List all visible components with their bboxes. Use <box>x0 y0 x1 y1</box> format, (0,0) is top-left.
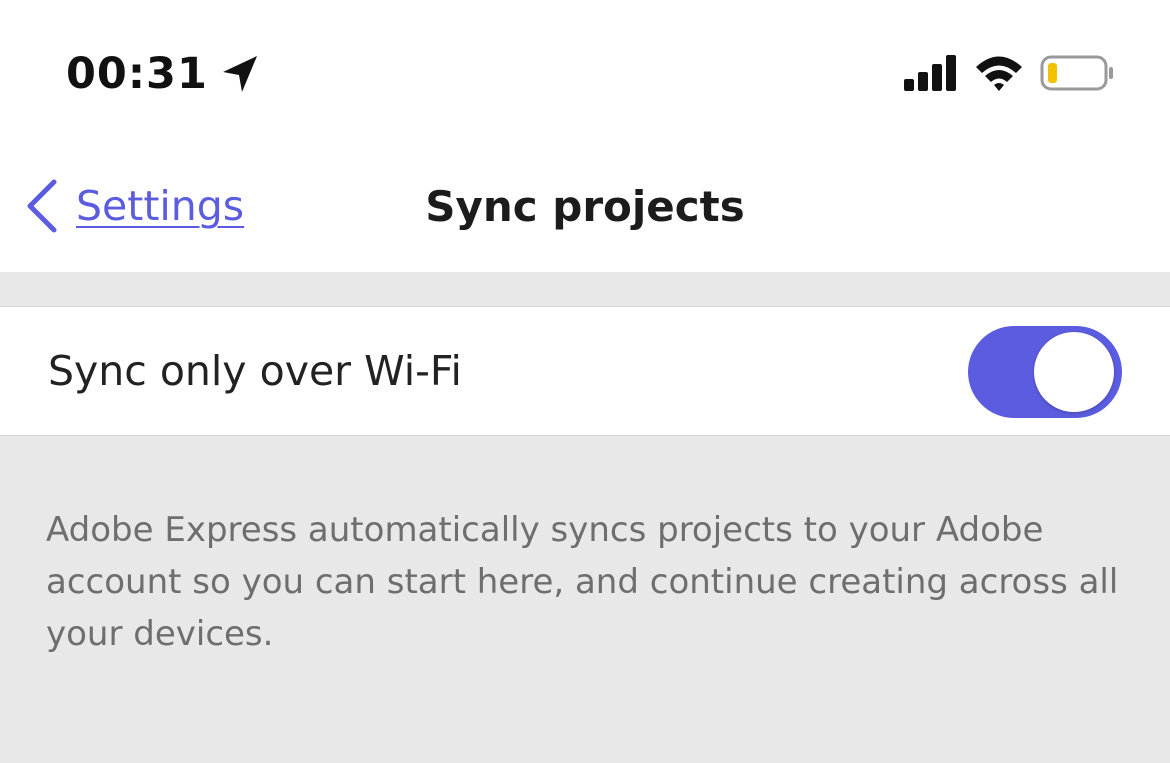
status-icons <box>904 54 1116 92</box>
navigation-bar: Settings Sync projects <box>0 150 1170 272</box>
location-arrow-icon <box>220 53 260 95</box>
battery-low-icon <box>1040 54 1116 92</box>
status-time-group: 00:31 <box>66 48 260 100</box>
wifi-icon <box>974 54 1024 92</box>
sync-wifi-toggle[interactable] <box>968 326 1122 418</box>
page-title: Sync projects <box>425 182 745 231</box>
status-bar: 00:31 <box>0 0 1170 140</box>
toggle-knob <box>1034 332 1114 412</box>
setting-label: Sync only over Wi-Fi <box>48 347 462 395</box>
status-time: 00:31 <box>66 49 208 99</box>
setting-row-sync-wifi: Sync only over Wi-Fi <box>0 306 1170 436</box>
header-area: 00:31 Settings Sync projects <box>0 0 1170 272</box>
cellular-signal-icon <box>904 55 958 91</box>
setting-description: Adobe Express automatically syncs projec… <box>46 510 1119 654</box>
